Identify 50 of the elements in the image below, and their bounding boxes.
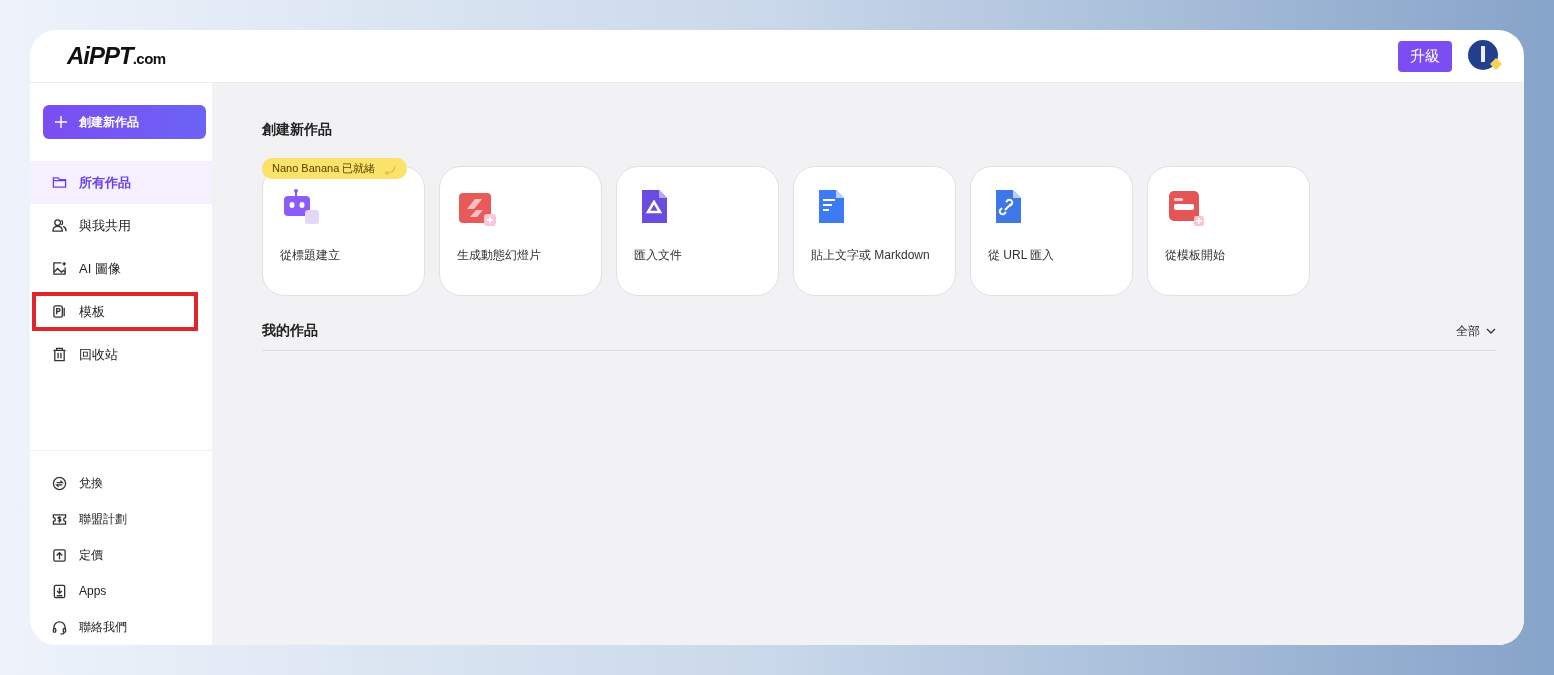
sidebar-item-label: 定價 — [79, 546, 103, 564]
sidebar-item[interactable]: 所有作品 — [30, 161, 212, 204]
template-icon — [52, 304, 67, 319]
card-label: 從標題建立 — [280, 247, 341, 264]
card-label: 生成動態幻燈片 — [457, 247, 542, 264]
upload-icon — [52, 547, 67, 563]
users-icon — [52, 218, 67, 233]
sidebar-item[interactable]: 模板 — [30, 290, 200, 333]
image-icon — [52, 261, 67, 276]
sidebar-item-label: AI 圖像 — [79, 259, 121, 278]
sidebar-item[interactable]: AI 圖像 — [30, 247, 212, 290]
card-label: 匯入文件 — [634, 247, 683, 264]
avatar[interactable] — [1468, 40, 1504, 72]
sidebar-item[interactable]: 聯絡我們 — [30, 609, 212, 645]
folder-icon — [52, 175, 67, 190]
create-option-card[interactable]: 匯入文件 — [616, 166, 779, 296]
sidebar-item-label: 回收站 — [79, 345, 118, 364]
create-option-card[interactable]: 貼上文字或 Markdown — [793, 166, 956, 296]
download-icon — [52, 583, 67, 599]
sidebar-item-label: 兌換 — [79, 474, 103, 492]
sidebar-item[interactable]: 聯盟計劃 — [30, 501, 212, 537]
sidebar-item-label: 與我共用 — [79, 216, 131, 235]
card-label: 貼上文字或 Markdown — [811, 247, 931, 264]
sidebar-item-label: 模板 — [79, 302, 105, 321]
card-label: 從模板開始 — [1165, 247, 1226, 264]
section-title: 我的作品 — [262, 322, 318, 340]
filter-dropdown[interactable]: 全部 — [1456, 322, 1496, 340]
card-label: 從 URL 匯入 — [988, 247, 1056, 264]
sidebar-item-label: Apps — [79, 584, 107, 598]
sidebar-item-label: 所有作品 — [79, 173, 131, 192]
create-button[interactable]: 創建新作品 — [43, 105, 206, 139]
sidebar-item[interactable]: 定價 — [30, 537, 212, 573]
sidebar-item[interactable]: 回收站 — [30, 333, 212, 376]
sidebar-item-label: 聯盟計劃 — [79, 510, 127, 528]
create-option-card[interactable]: 生成動態幻燈片 — [439, 166, 602, 296]
sidebar-item-label: 聯絡我們 — [79, 618, 127, 636]
create-option-card[interactable]: 從模板開始 — [1147, 166, 1310, 296]
trash-icon — [52, 347, 67, 362]
ticket-icon — [52, 511, 67, 527]
headset-icon — [52, 619, 67, 635]
section-title: 創建新作品 — [262, 121, 333, 139]
upgrade-button[interactable]: 升級 — [1398, 40, 1452, 72]
chevron-down-icon — [1486, 328, 1496, 334]
sidebar-item[interactable]: 兌換 — [30, 465, 212, 501]
sidebar-item[interactable]: Apps — [30, 573, 212, 609]
create-option-card[interactable]: 從 URL 匯入 — [970, 166, 1133, 296]
plus-icon — [55, 116, 67, 128]
exchange-icon — [52, 475, 67, 491]
sidebar-item[interactable]: 與我共用 — [30, 204, 212, 247]
logo[interactable]: AiPPT.com — [67, 42, 1398, 70]
